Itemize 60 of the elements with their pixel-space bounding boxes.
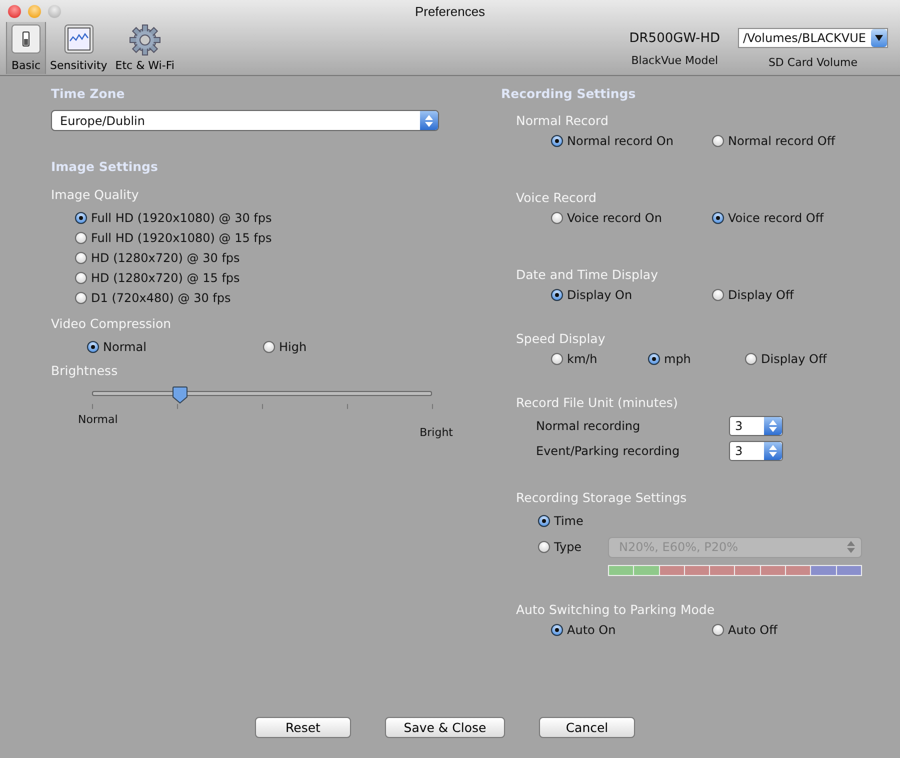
group-label: Speed Display [516,331,606,346]
stepper-icon [769,420,777,432]
brightness-slider[interactable] [92,386,432,408]
close-button[interactable] [8,4,21,18]
field-label: Normal recording [536,418,642,432]
radio-option[interactable]: Full HD (1920x1080) @ 15 fps [75,228,439,248]
volume-dropdown[interactable]: /Volumes/BLACKVUE [738,28,888,48]
toolbar-tab[interactable]: Sensitivity [46,22,112,74]
dialog-button[interactable]: Cancel [539,717,635,738]
group-label: Normal Record [516,113,610,128]
slider-max-label: Bright [420,426,453,439]
group-label: Brightness [51,363,119,378]
field-label: Event/Parking recording [536,444,681,458]
group-label: Image Quality [51,187,140,202]
group-label: Recording Storage Settings [516,490,688,505]
toolbar-tab[interactable]: Basic [6,22,46,74]
radio-option[interactable]: Normal record Off [712,131,873,151]
radio-option[interactable]: Display Off [712,285,873,305]
minimize-button[interactable] [28,4,41,18]
radio-option[interactable]: mph [648,349,745,369]
stepper-icon [425,114,433,126]
group-label: Voice Record [516,190,598,205]
radio-option[interactable]: High [263,337,439,357]
graph-icon [64,24,94,54]
radio-option[interactable]: D1 (720x480) @ 30 fps [75,288,439,308]
group-label: Record File Unit (minutes) [516,395,679,410]
section-heading: Time Zone [51,86,126,101]
time-zone-dropdown[interactable]: Europe/Dublin [51,110,439,131]
radio-option[interactable]: Auto Off [712,620,873,640]
radio-option[interactable]: Full HD (1920x1080) @ 30 fps [75,208,439,228]
slider-min-label: Normal [78,413,118,426]
radio-option[interactable]: Voice record On [551,208,712,228]
slider-thumb[interactable] [172,386,188,404]
radio-option[interactable]: Normal [87,337,263,357]
group-label: Date and Time Display [516,267,659,282]
number-stepper[interactable]: 3 [729,440,783,460]
group-label: Auto Switching to Parking Mode [516,602,716,617]
window-title: Preferences [414,4,486,18]
radio-option[interactable]: Normal record On [551,131,712,151]
dialog-button[interactable]: Save & Close [385,717,505,738]
stepper-icon [847,541,855,553]
model-caption: BlackVue Model [631,54,718,67]
radio-option[interactable]: HD (1280x720) @ 30 fps [75,248,439,268]
caret-icon [875,35,883,41]
toolbar-tab[interactable]: Etc & Wi-Fi [111,22,178,74]
switch-icon [11,24,41,54]
stepper-icon [769,444,777,456]
volume-caption: SD Card Volume [768,56,858,69]
group-label: Video Compression [51,316,172,331]
radio-option[interactable]: Auto On [551,620,712,640]
radio-option[interactable]: Voice record Off [712,208,873,228]
number-stepper[interactable]: 3 [729,416,783,436]
radio-option[interactable]: Display On [551,285,712,305]
dialog-button[interactable]: Reset [255,717,351,738]
radio-option[interactable]: Display Off [745,349,842,369]
model-name: DR500GW-HD [629,30,720,46]
section-heading: Recording Settings [501,86,637,101]
radio-option[interactable]: HD (1280x720) @ 15 fps [75,268,439,288]
radio-option[interactable]: km/h [551,349,648,369]
section-heading: Image Settings [51,159,159,174]
